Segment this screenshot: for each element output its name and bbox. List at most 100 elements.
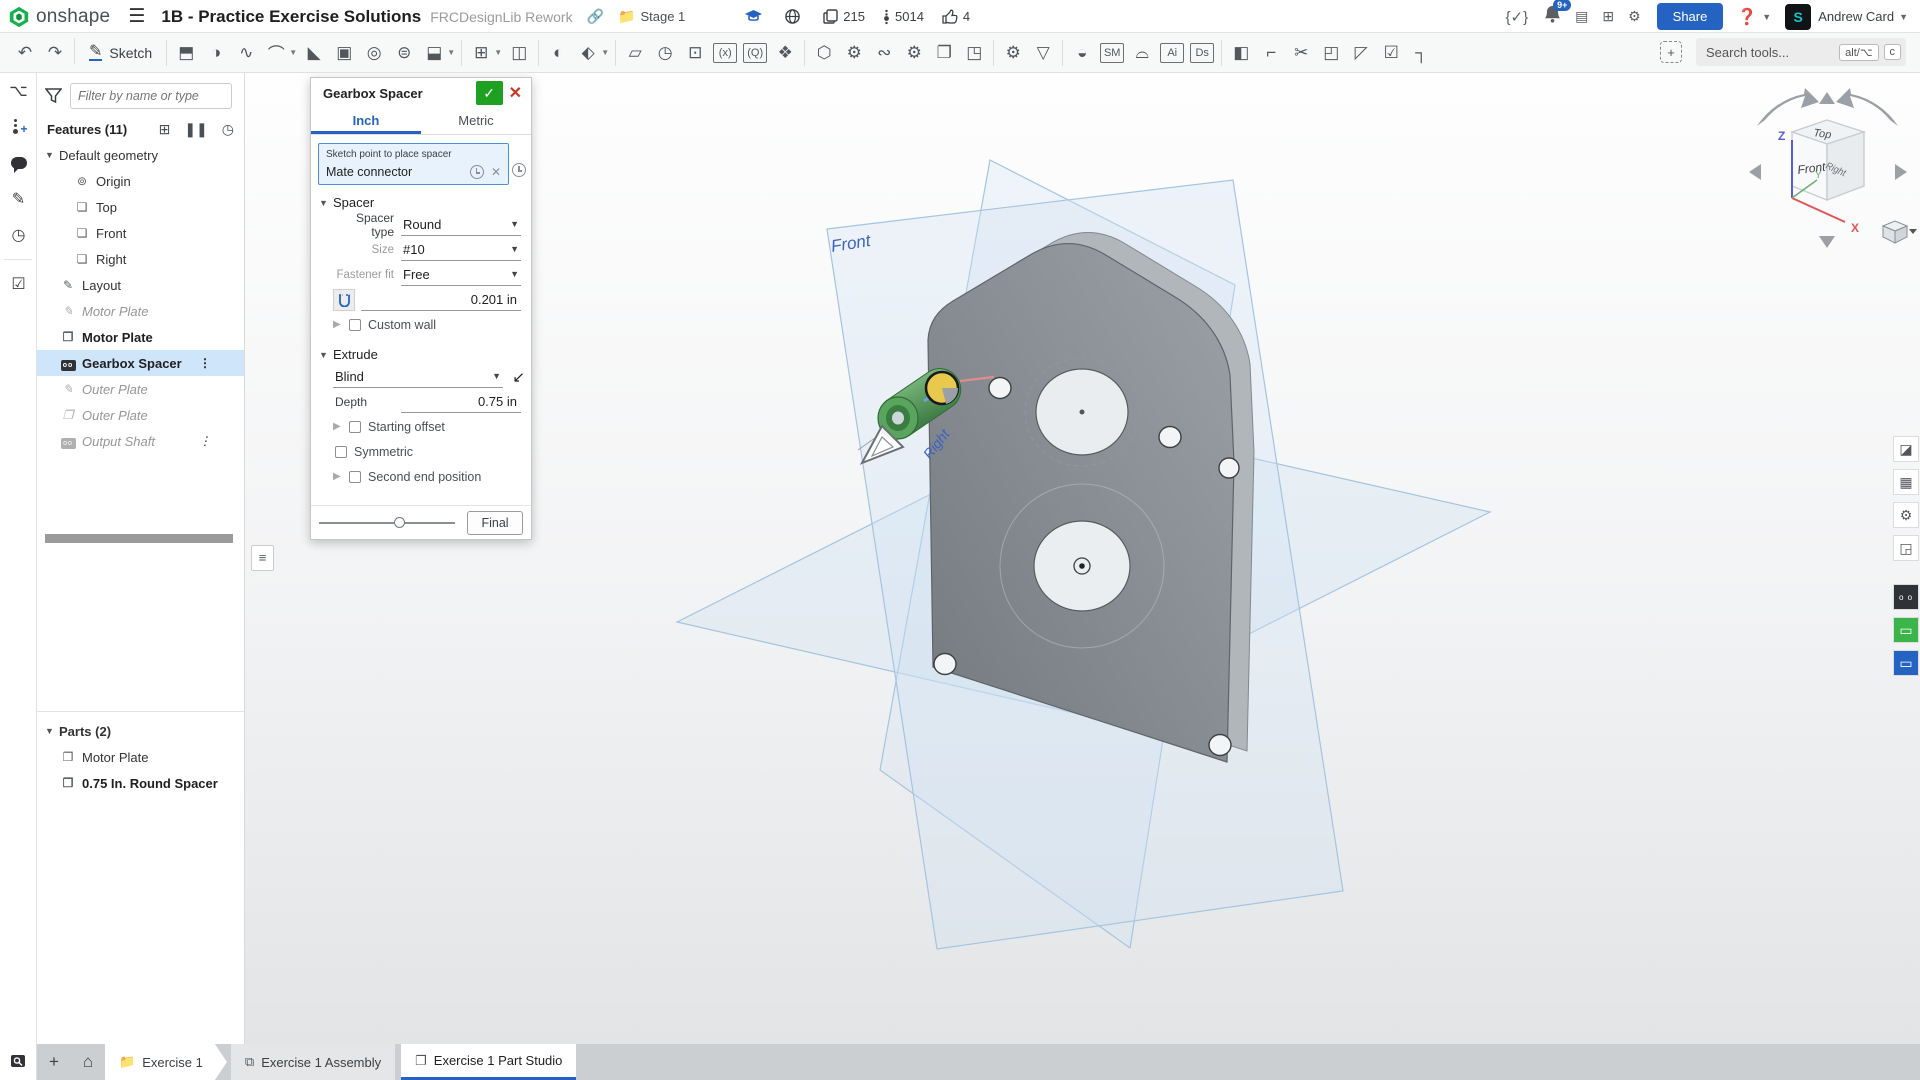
workspace-name[interactable]: FRCDesignLib Rework	[430, 9, 572, 25]
tab-inch[interactable]: Inch	[311, 108, 421, 134]
thicken-icon[interactable]: ⊜	[389, 38, 419, 68]
custom-wall-checkbox[interactable]	[349, 319, 361, 331]
feature-row-right[interactable]: ❏Right	[37, 246, 244, 272]
insert-reference-icon[interactable]: +	[1660, 41, 1682, 63]
spline-icon[interactable]: ∾	[869, 38, 899, 68]
user-name[interactable]: Andrew Card	[1818, 9, 1894, 24]
end-type-dropdown[interactable]: Blind▼	[333, 366, 503, 388]
custom-feature-2-icon[interactable]: ⚙	[899, 38, 929, 68]
display-states-icon[interactable]: ▦	[1893, 469, 1919, 495]
symmetric-checkbox[interactable]	[335, 446, 347, 458]
preview-slider[interactable]	[319, 522, 455, 524]
draft-icon[interactable]: ⬓	[419, 38, 449, 68]
size-dropdown[interactable]: #10▼	[401, 239, 521, 261]
sweep-icon[interactable]: ∿	[231, 38, 261, 68]
remove-selection-icon[interactable]: ✕	[491, 165, 501, 179]
mirror-icon[interactable]: ◫	[504, 38, 534, 68]
feature-row-default-geometry[interactable]: ▼Default geometry	[37, 142, 244, 168]
sketch-region-icon[interactable]: ◳	[959, 38, 989, 68]
plane-icon[interactable]: ▱	[620, 38, 650, 68]
chamfer-icon[interactable]: ◣	[299, 38, 329, 68]
feature-filter-icon[interactable]: ▽	[1028, 38, 1058, 68]
tab-exercise-1-assembly[interactable]: ⧉ Exercise 1 Assembly	[231, 1044, 395, 1080]
feature-row-output-shaft[interactable]: ooOutput Shaft⋮	[37, 428, 244, 454]
second-end-checkbox[interactable]	[349, 471, 361, 483]
variable-lookup-icon[interactable]: (Q)	[743, 43, 767, 63]
onshape-logo-text[interactable]: onshape	[36, 6, 110, 28]
featurescript-check-icon[interactable]: {✓}	[1506, 8, 1529, 26]
parts-header-row[interactable]: ▼ Parts (2)	[37, 718, 244, 744]
followers-stat[interactable]: 5014	[883, 9, 924, 25]
notes-icon[interactable]: ✎	[0, 181, 37, 217]
appearance-icon[interactable]: ◒	[1067, 38, 1097, 68]
appearance-panel-icon[interactable]: ◪	[1893, 436, 1919, 462]
depth-field[interactable]: 0.75 in	[401, 391, 521, 413]
feature-row-layout[interactable]: ✎Layout	[37, 272, 244, 298]
frame-icon[interactable]: ◰	[1316, 38, 1346, 68]
ai-icon[interactable]: Ai	[1160, 43, 1184, 63]
primitive-cube-icon[interactable]: ⬡	[809, 38, 839, 68]
follow-mode-icon[interactable]: +	[0, 109, 37, 145]
rollback-bar[interactable]	[45, 534, 233, 543]
notifications-button[interactable]: 9+	[1544, 5, 1561, 28]
feature-row-top[interactable]: ❏Top	[37, 194, 244, 220]
revolve-icon[interactable]: ◑	[201, 38, 231, 68]
frame-trim-icon[interactable]: ☑	[1376, 38, 1406, 68]
final-button[interactable]: Final	[467, 511, 523, 535]
tasks-icon[interactable]: ☑	[0, 266, 37, 302]
mate-connector-icon[interactable]: ◷	[650, 38, 680, 68]
starting-offset-expand-icon[interactable]: ▶	[333, 421, 349, 432]
feature-menu-dots-icon[interactable]: ⋮	[199, 356, 210, 370]
drawing-standard-icon[interactable]: Ds	[1190, 43, 1214, 63]
learning-center-icon[interactable]: ⚙	[1628, 8, 1641, 25]
folder-breadcrumb[interactable]: Stage 1	[640, 9, 685, 24]
spacer-section-header[interactable]: ▼Spacer	[319, 195, 531, 210]
main-menu-icon[interactable]: ☰	[128, 5, 145, 28]
corner-icon[interactable]: ◸	[1346, 38, 1376, 68]
confirm-button[interactable]: ✓	[476, 81, 503, 105]
feature-row-front[interactable]: ❏Front	[37, 220, 244, 246]
guide-blue-icon[interactable]: ▭	[1893, 650, 1919, 676]
add-folder-icon[interactable]: ⊞	[159, 121, 171, 138]
feature-list-collapse-toggle[interactable]: ≡	[251, 545, 274, 571]
app-store-icon[interactable]: ⊞	[1602, 8, 1614, 25]
feature-row-outer-plate[interactable]: ✎Outer Plate	[37, 376, 244, 402]
flip-direction-icon[interactable]: ↙	[512, 368, 525, 386]
variable-icon[interactable]: (x)	[713, 43, 737, 63]
configurations-icon[interactable]: ⚙	[1893, 502, 1919, 528]
bend-icon[interactable]: ⌐	[1256, 38, 1286, 68]
feature-row-motor-plate[interactable]: ✎Motor Plate	[37, 298, 244, 324]
help-button[interactable]: ❓	[1737, 7, 1757, 27]
guide-green-icon[interactable]: ▭	[1893, 617, 1919, 643]
starting-offset-checkbox[interactable]	[349, 421, 361, 433]
tab-exercise-1-part-studio[interactable]: ❐ Exercise 1 Part Studio	[401, 1044, 576, 1080]
extrude-icon[interactable]: ⬒	[171, 38, 201, 68]
search-tabs-button[interactable]	[0, 1044, 37, 1080]
copies-stat[interactable]: 215	[823, 9, 865, 24]
filter-icon[interactable]	[45, 88, 62, 104]
copy-link-icon[interactable]: 🔗	[587, 8, 604, 25]
tab-metric[interactable]: Metric	[421, 108, 531, 134]
add-mate-connector-icon[interactable]	[512, 163, 526, 177]
wire-icon[interactable]: ┐	[1406, 38, 1436, 68]
fastener-fit-dropdown[interactable]: Free▼	[401, 264, 521, 286]
undo-icon[interactable]: ↶	[10, 38, 40, 68]
part-row-0-75-in-round-spacer[interactable]: ❒0.75 In. Round Spacer	[37, 770, 244, 796]
flange-icon[interactable]: ⌓	[1127, 38, 1157, 68]
user-menu-caret-icon[interactable]: ▼	[1899, 12, 1908, 22]
bore-diameter-field[interactable]: 0.201 in	[361, 289, 521, 311]
pattern-icon[interactable]: ⊞	[466, 38, 496, 68]
custom-wall-expand-icon[interactable]: ▶	[333, 319, 349, 330]
second-end-expand-icon[interactable]: ▶	[333, 471, 349, 482]
view-mode-button[interactable]	[1883, 221, 1917, 243]
cancel-icon[interactable]: ✕	[509, 83, 522, 103]
spacer-type-dropdown[interactable]: Round▼	[401, 214, 521, 236]
sketch-point-selection[interactable]: Sketch point to place spacer Mate connec…	[318, 143, 509, 185]
feature-filter-input[interactable]	[70, 83, 232, 109]
tab-exercise-1[interactable]: 📁 Exercise 1	[105, 1044, 227, 1080]
fillet-icon[interactable]: ⌒	[261, 38, 291, 68]
expand-caret-icon[interactable]: ▼	[45, 150, 59, 160]
boolean-icon[interactable]: ◐	[543, 38, 573, 68]
history-icon[interactable]: ◷	[0, 217, 37, 253]
help-caret-icon[interactable]: ▼	[1762, 12, 1771, 22]
